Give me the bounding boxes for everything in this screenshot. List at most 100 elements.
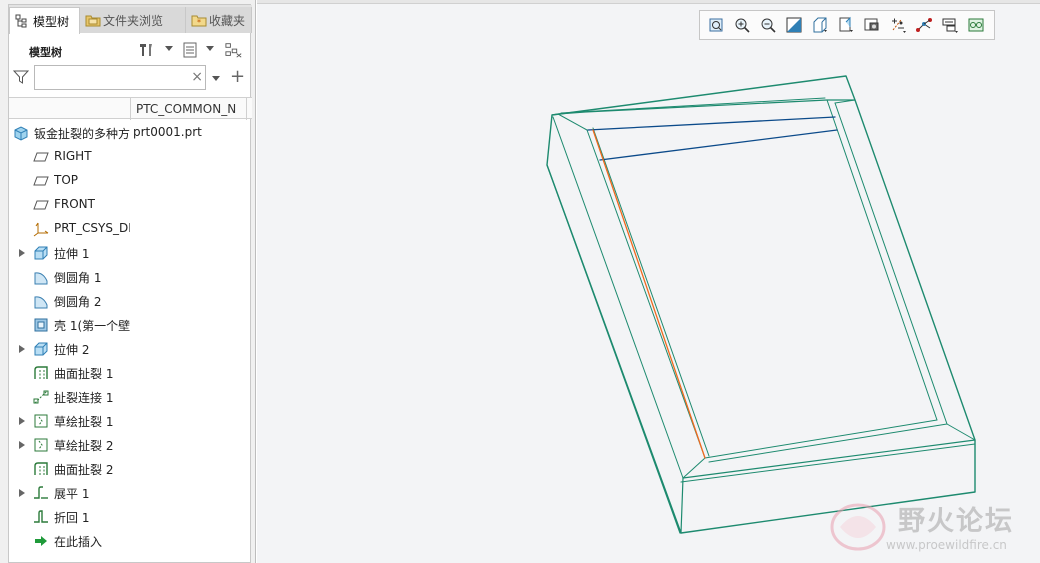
tree-item-label: TOP: [54, 173, 79, 187]
appearance-icon[interactable]: [963, 13, 989, 37]
tree-icon: [15, 14, 29, 28]
model-tree-panel: 模型树 文件夹浏览 * 收藏夹 模型树 × + PTC_COMMON_N 钣金扯…: [0, 0, 256, 563]
favorites-icon: *: [191, 13, 207, 27]
refit-icon[interactable]: [703, 13, 729, 37]
model-front-bottom-2: [552, 116, 684, 479]
tree-item-label: FRONT: [54, 197, 95, 211]
annotation-display-icon[interactable]: [911, 13, 937, 37]
search-options-dropdown-icon[interactable]: [212, 76, 220, 81]
show-options-icon[interactable]: [181, 41, 199, 59]
tree-item-label: 在此插入: [54, 535, 103, 549]
forum-logo-icon: [830, 503, 886, 551]
folder-icon: [85, 13, 101, 27]
zoom-in-icon[interactable]: [729, 13, 755, 37]
tree-item[interactable]: 倒圆角 1: [9, 265, 252, 289]
settings-tools-icon[interactable]: [137, 41, 155, 59]
tree-root-item[interactable]: 钣金扯裂的多种方 prt0001.prt: [9, 121, 252, 145]
tree-item[interactable]: 拉伸 2: [9, 337, 252, 361]
watermark-url: www.proewildfire.cn: [886, 538, 1007, 552]
datum-plane-icon: [33, 173, 49, 189]
bend-back-icon: [33, 509, 49, 525]
surface-rip-icon: [33, 365, 49, 381]
tree-item[interactable]: RIGHT: [9, 145, 252, 169]
column-divider[interactable]: [130, 98, 131, 120]
model-tree: 钣金扯裂的多种方 prt0001.prt RIGHT TOP FRONT PRT_CSYS…: [9, 121, 252, 553]
expand-arrow-icon[interactable]: [19, 345, 25, 353]
round-icon: [33, 269, 49, 285]
tree-item[interactable]: PRT_CSYS_DEF: [9, 217, 252, 241]
tree-search-box[interactable]: ×: [34, 65, 206, 90]
tree-item-label: 扯裂连接 1: [54, 391, 114, 405]
tree-filters-icon[interactable]: [225, 41, 243, 59]
show-dropdown-icon[interactable]: [206, 46, 214, 51]
expand-arrow-icon[interactable]: [19, 441, 25, 449]
insert-here-icon: [33, 533, 49, 549]
saved-orientations-icon[interactable]: [833, 13, 859, 37]
rip-connect-icon: [33, 389, 49, 405]
model-inner-bottom-2: [708, 423, 948, 463]
tree-item[interactable]: 展平 1: [9, 481, 252, 505]
surface-rip-icon: [33, 461, 49, 477]
unbend-icon: [33, 485, 49, 501]
tree-item[interactable]: TOP: [9, 169, 252, 193]
tree-item[interactable]: 草绘扯裂 2: [9, 433, 252, 457]
tree-toolbar: 模型树: [9, 35, 252, 65]
graphics-view-toolbar: [699, 10, 995, 40]
clear-search-icon[interactable]: ×: [191, 69, 203, 85]
tree-item-label: 草绘扯裂 1: [54, 415, 114, 429]
tree-item-label: 钣金扯裂的多种方: [34, 127, 130, 141]
tree-item[interactable]: 曲面扯裂 2: [9, 457, 252, 481]
part-icon: [13, 125, 29, 141]
filter-row: × +: [9, 63, 252, 91]
tree-item[interactable]: 折回 1: [9, 505, 252, 529]
tab-folder-browser-label: 文件夹浏览: [103, 13, 164, 28]
column-divider[interactable]: [246, 98, 247, 120]
model-inner-left: [586, 129, 706, 459]
tree-item-label: 拉伸 1: [54, 247, 90, 261]
tree-item[interactable]: 倒圆角 2: [9, 289, 252, 313]
model-rip-edge-mid: [599, 129, 838, 161]
tree-title: 模型树: [29, 46, 62, 59]
tree-item[interactable]: 扯裂连接 1: [9, 385, 252, 409]
tree-item-label: 曲面扯裂 1: [54, 367, 114, 381]
expand-arrow-icon[interactable]: [19, 249, 25, 257]
tab-model-tree[interactable]: 模型树: [9, 7, 80, 34]
zoom-out-icon[interactable]: [755, 13, 781, 37]
tree-item-common-name: prt0001.prt: [133, 125, 202, 139]
settings-dropdown-icon[interactable]: [165, 46, 173, 51]
extrude-icon: [33, 245, 49, 261]
tree-item[interactable]: 拉伸 1: [9, 241, 252, 265]
tree-item[interactable]: 在此插入: [9, 529, 252, 553]
add-column-icon[interactable]: +: [230, 66, 245, 87]
svg-text:*: *: [197, 18, 201, 27]
filter-icon[interactable]: [12, 69, 30, 88]
tree-item[interactable]: 草绘扯裂 1: [9, 409, 252, 433]
datum-plane-icon: [33, 149, 49, 165]
tree-item[interactable]: 壳 1(第一个壁): [9, 313, 252, 337]
tab-favorites[interactable]: * 收藏夹: [186, 7, 252, 33]
model-top-rim: [551, 99, 856, 116]
spin-center-icon[interactable]: [937, 13, 963, 37]
model-base-bottom: [680, 477, 684, 534]
model-inner-bottom: [704, 419, 938, 459]
sketch-rip-icon: [33, 437, 49, 453]
round-icon: [33, 293, 49, 309]
tab-model-tree-label: 模型树: [33, 14, 70, 29]
repaint-icon[interactable]: [781, 13, 807, 37]
model-corner-tl: [557, 113, 588, 131]
tree-search-input[interactable]: [38, 67, 188, 89]
tree-item-label: RIGHT: [54, 149, 92, 163]
model-inner-left-2: [592, 127, 710, 457]
model-inner-right: [826, 99, 938, 421]
tree-item[interactable]: 曲面扯裂 1: [9, 361, 252, 385]
sheetmetal-model[interactable]: [257, 0, 1040, 563]
view-manager-icon[interactable]: [859, 13, 885, 37]
datum-display-icon[interactable]: [885, 13, 911, 37]
expand-arrow-icon[interactable]: [19, 489, 25, 497]
tree-item[interactable]: FRONT: [9, 193, 252, 217]
tab-folder-browser[interactable]: 文件夹浏览: [80, 7, 186, 33]
display-style-icon[interactable]: [807, 13, 833, 37]
expand-arrow-icon[interactable]: [19, 417, 25, 425]
tree-item-label: 拉伸 2: [54, 343, 90, 357]
column-header-ptc-common-name[interactable]: PTC_COMMON_N: [136, 102, 248, 116]
